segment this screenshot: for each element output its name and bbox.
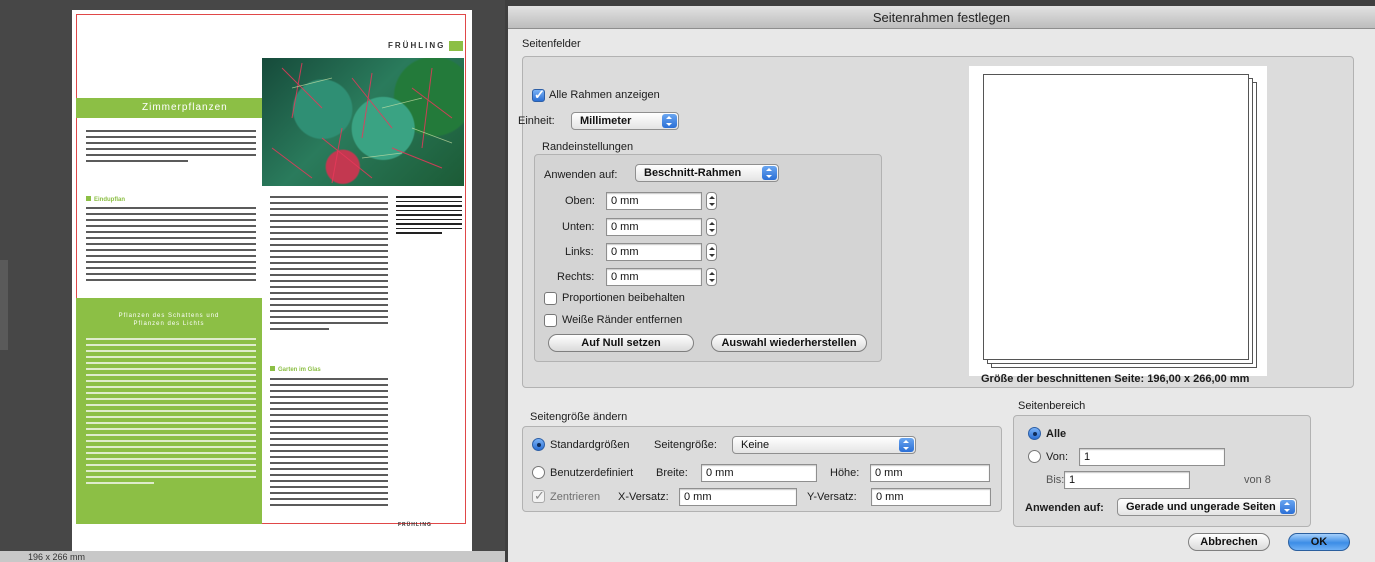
remove-white-margins-label: Weiße Ränder entfernen: [562, 314, 683, 326]
cropped-size-caption: Größe der beschnittenen Seite: 196,00 x …: [981, 373, 1250, 385]
right-margin-label: Rechts:: [557, 271, 595, 283]
subhead-marker: [270, 366, 275, 371]
top-margin-label: Oben:: [565, 195, 595, 207]
unit-select-value: Millimeter: [580, 115, 632, 127]
sidebar-box-text: [86, 338, 256, 488]
page-size-group-label: Seitengröße ändern: [530, 411, 628, 423]
height-label: Höhe:: [830, 467, 860, 479]
height-input[interactable]: 0 mm: [870, 464, 990, 482]
cancel-button[interactable]: Abbrechen: [1188, 533, 1270, 551]
standard-sizes-label: Standardgrößen: [550, 439, 630, 451]
y-offset-input[interactable]: 0 mm: [871, 488, 991, 506]
reset-to-zero-button[interactable]: Auf Null setzen: [548, 334, 694, 352]
keep-proportions-checkbox[interactable]: [544, 292, 557, 305]
page-size-select[interactable]: Keine: [732, 436, 916, 454]
scroll-edge[interactable]: [0, 260, 8, 350]
intro-paragraph: [86, 130, 256, 166]
keep-proportions-label: Proportionen beibehalten: [562, 292, 685, 304]
section-title: Zimmerpflanzen: [142, 102, 228, 113]
page-count-text: von 8: [1244, 474, 1271, 486]
popup-arrows-icon: [662, 114, 677, 128]
center-label: Zentrieren: [550, 491, 601, 503]
page-range-group-label: Seitenbereich: [1018, 400, 1086, 412]
running-head-bar: [449, 41, 463, 51]
show-all-frames-label: Alle Rahmen anzeigen: [549, 89, 660, 101]
standard-sizes-radio[interactable]: [532, 438, 545, 451]
document-canvas: FRÜHLING Zimmerpflanzen Eindupflan Pflan…: [0, 0, 505, 562]
left-margin-input[interactable]: 0 mm: [606, 243, 702, 261]
right-margin-input[interactable]: 0 mm: [606, 268, 702, 286]
popup-arrows-icon: [762, 166, 777, 180]
width-input[interactable]: 0 mm: [701, 464, 817, 482]
all-pages-label: Alle: [1046, 428, 1067, 440]
range-apply-to-value: Gerade und ungerade Seiten: [1126, 501, 1276, 513]
center-checkbox[interactable]: [532, 488, 545, 504]
width-label: Breite:: [656, 467, 688, 479]
page-size-status: 196 x 266 mm: [28, 552, 86, 562]
restore-selection-button[interactable]: Auswahl wiederherstellen: [711, 334, 867, 352]
dialog-title: Seitenrahmen festlegen: [872, 10, 1011, 25]
popup-arrows-icon: [899, 438, 914, 452]
x-offset-input[interactable]: 0 mm: [679, 488, 797, 506]
custom-size-label: Benutzerdefiniert: [550, 467, 634, 479]
ok-button[interactable]: OK: [1288, 533, 1350, 551]
margins-apply-to-select[interactable]: Beschnitt-Rahmen: [635, 164, 779, 182]
from-page-label: Von:: [1046, 451, 1069, 463]
margins-group-label: Randeinstellungen: [542, 141, 634, 153]
right-margin-stepper[interactable]: [706, 268, 717, 286]
custom-size-radio[interactable]: [532, 466, 545, 479]
sidebar-box-title: Pflanzen des Schattens und Pflanzen des …: [84, 312, 254, 328]
page-fields-group-label: Seitenfelder: [522, 38, 581, 50]
subhead-2: Garten im Glas: [270, 366, 321, 373]
margins-apply-to-value: Beschnitt-Rahmen: [644, 167, 742, 179]
cactus-spines: [271, 62, 453, 184]
body-column-2: [270, 196, 388, 334]
bottom-margin-stepper[interactable]: [706, 218, 717, 236]
unit-label: Einheit:: [518, 115, 555, 127]
dialog-titlebar[interactable]: Seitenrahmen festlegen: [508, 6, 1375, 29]
top-margin-stepper[interactable]: [706, 192, 717, 210]
subhead-marker: [86, 196, 91, 201]
bottom-margin-label: Unten:: [562, 221, 595, 233]
crop-pages-dialog: Seitenrahmen festlegen Seitenfelder Alle…: [508, 6, 1375, 562]
bottom-margin-input[interactable]: 0 mm: [606, 218, 702, 236]
to-page-input[interactable]: 1: [1064, 471, 1190, 489]
from-page-radio[interactable]: [1028, 450, 1041, 463]
range-apply-to-select[interactable]: Gerade und ungerade Seiten: [1117, 498, 1297, 516]
left-margin-label: Links:: [565, 246, 594, 258]
left-margin-stepper[interactable]: [706, 243, 717, 261]
body-column-3: [270, 378, 388, 510]
x-offset-label: X-Versatz:: [618, 491, 669, 503]
all-pages-radio[interactable]: [1028, 427, 1041, 440]
cactus-photo: [262, 58, 464, 186]
page-footer: FRÜHLING: [398, 522, 432, 528]
page-size-select-value: Keine: [741, 439, 770, 451]
to-page-label: Bis:: [1046, 474, 1065, 486]
page-preview: [969, 66, 1267, 376]
body-column-1: [86, 207, 256, 285]
margin-note: [396, 196, 462, 237]
y-offset-label: Y-Versatz:: [807, 491, 857, 503]
subhead-1: Eindupflan: [86, 196, 125, 203]
running-head: FRÜHLING: [388, 41, 446, 50]
sidebar-box-title-line2: Pflanzen des Lichts: [133, 321, 205, 327]
margins-apply-to-label: Anwenden auf:: [544, 169, 618, 181]
subhead-2-text: Garten im Glas: [278, 367, 321, 373]
from-page-input[interactable]: 1: [1079, 448, 1225, 466]
subhead-1-text: Eindupflan: [94, 197, 125, 203]
range-apply-to-label: Anwenden auf:: [1025, 502, 1104, 514]
remove-white-margins-checkbox[interactable]: [544, 314, 557, 327]
show-all-frames-checkbox[interactable]: [532, 87, 545, 103]
page-size-label: Seitengröße:: [654, 439, 717, 451]
top-margin-input[interactable]: 0 mm: [606, 192, 702, 210]
preview-sheet-front: [983, 74, 1249, 360]
popup-arrows-icon: [1280, 500, 1295, 514]
unit-select[interactable]: Millimeter: [571, 112, 679, 130]
sidebar-box-title-line1: Pflanzen des Schattens und: [118, 313, 220, 319]
